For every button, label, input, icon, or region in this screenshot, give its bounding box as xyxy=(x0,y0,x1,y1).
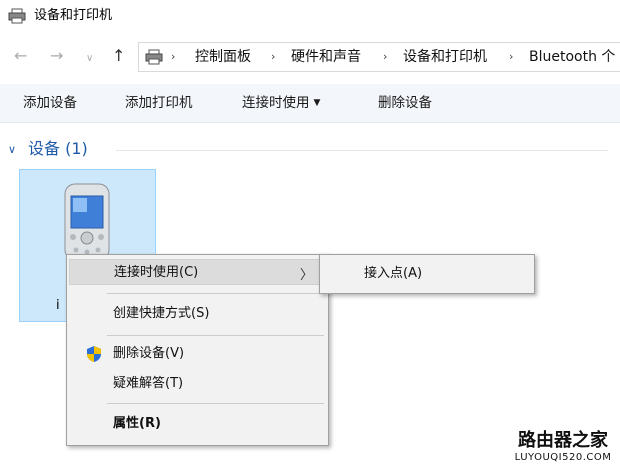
watermark-text: 路由器之家 xyxy=(518,430,608,451)
connect-using-submenu: 接入点(A) xyxy=(319,254,535,294)
phone-device-icon xyxy=(64,183,110,261)
command-bar: 添加设备 添加打印机 连接时使用 ▼ 删除设备 xyxy=(0,84,620,123)
menu-item-label: 疑难解答(T) xyxy=(113,376,184,391)
menu-separator xyxy=(107,293,324,294)
forward-arrow-icon[interactable]: → xyxy=(50,48,63,64)
dropdown-arrow-icon: ▼ xyxy=(313,98,321,108)
collapse-chevron-icon[interactable]: ∨ xyxy=(8,143,16,156)
remove-device-button[interactable]: 删除设备 xyxy=(378,95,432,111)
printer-icon xyxy=(8,8,26,24)
add-printer-button[interactable]: 添加打印机 xyxy=(125,95,193,111)
breadcrumb-devices-printers[interactable]: 设备和打印机 xyxy=(403,49,487,65)
menu-item-label: 属性(R) xyxy=(113,416,161,431)
menu-item-connect-using[interactable]: 连接时使用(C) 〉 xyxy=(69,259,326,285)
context-menu: 连接时使用(C) 〉 创建快捷方式(S) 删除设备(V) 疑难解答(T) 属性(… xyxy=(66,254,329,446)
menu-item-label: 删除设备(V) xyxy=(113,346,185,361)
device-label: i xyxy=(56,298,60,313)
group-divider xyxy=(116,150,608,151)
menu-separator xyxy=(107,403,324,404)
breadcrumb-hardware-sound[interactable]: 硬件和声音 xyxy=(291,49,361,65)
connect-using-button[interactable]: 连接时使用 ▼ xyxy=(242,95,320,111)
connect-using-label: 连接时使用 xyxy=(242,95,310,111)
navigation-bar: ← → ∨ ↑ › 控制面板 › 硬件和声音 › 设备和打印机 › Blueto… xyxy=(0,40,620,74)
watermark-logo: 路由器之家 LUYOUQI520.COM xyxy=(510,426,616,468)
breadcrumb-separator-icon[interactable]: › xyxy=(171,49,175,65)
menu-separator xyxy=(107,335,324,336)
add-device-button[interactable]: 添加设备 xyxy=(23,95,77,111)
submenu-item-access-point[interactable]: 接入点(A) xyxy=(364,266,422,282)
breadcrumb-separator-icon[interactable]: › xyxy=(509,49,513,65)
menu-item-troubleshoot[interactable]: 疑难解答(T) xyxy=(69,371,326,397)
breadcrumb-separator-icon[interactable]: › xyxy=(383,49,387,65)
menu-item-label: 创建快捷方式(S) xyxy=(113,306,210,321)
menu-item-remove-device[interactable]: 删除设备(V) xyxy=(69,341,326,367)
address-bar[interactable]: › 控制面板 › 硬件和声音 › 设备和打印机 › Bluetooth 个 xyxy=(138,42,620,72)
back-arrow-icon[interactable]: ← xyxy=(14,48,27,64)
menu-item-create-shortcut[interactable]: 创建快捷方式(S) xyxy=(69,301,326,327)
devices-group-header[interactable]: ∨ 设备 (1) xyxy=(8,138,608,162)
up-arrow-icon[interactable]: ↑ xyxy=(112,48,125,64)
group-label: 设备 (1) xyxy=(28,139,88,158)
watermark-url: LUYOUQI520.COM xyxy=(514,452,612,463)
menu-item-label: 连接时使用(C) xyxy=(114,265,199,280)
uac-shield-icon xyxy=(87,346,101,362)
breadcrumb-separator-icon[interactable]: › xyxy=(271,49,275,65)
menu-item-properties[interactable]: 属性(R) xyxy=(69,411,326,437)
printer-icon xyxy=(145,49,163,65)
breadcrumb-bluetooth[interactable]: Bluetooth 个 xyxy=(529,49,615,65)
breadcrumb-control-panel[interactable]: 控制面板 xyxy=(195,49,251,65)
window-title: 设备和打印机 xyxy=(34,8,113,23)
recent-locations-chevron-icon[interactable]: ∨ xyxy=(86,51,93,67)
title-bar: 设备和打印机 xyxy=(0,0,620,32)
submenu-arrow-icon: 〉 xyxy=(299,268,313,283)
